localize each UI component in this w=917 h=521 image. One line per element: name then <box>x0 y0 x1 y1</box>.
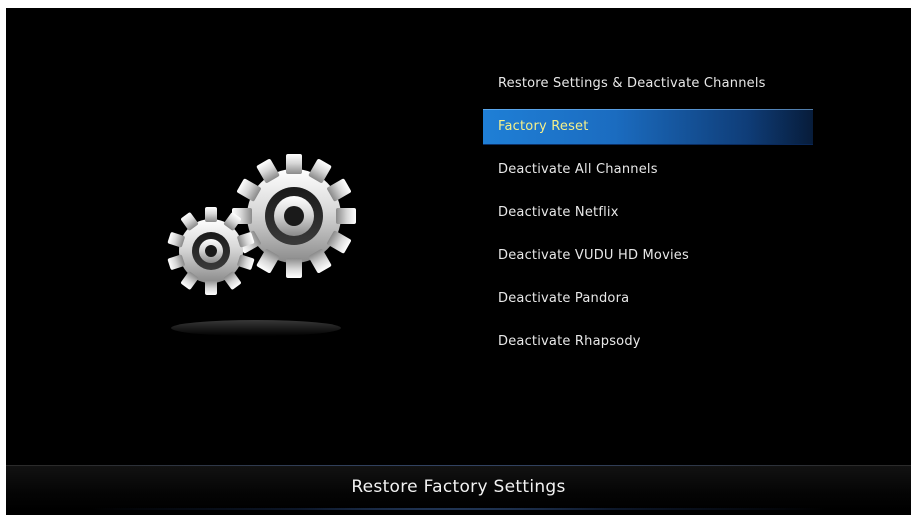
footer-glow-bottom <box>6 508 911 510</box>
menu-item-deactivate-rhapsody[interactable]: Deactivate Rhapsody <box>483 324 813 360</box>
menu-item-deactivate-all-channels[interactable]: Deactivate All Channels <box>483 152 813 188</box>
gears-icon <box>167 154 356 336</box>
settings-screen: Restore Settings & Deactivate Channels F… <box>6 8 911 515</box>
footer-bar: Restore Factory Settings <box>6 465 911 510</box>
menu-item-deactivate-netflix[interactable]: Deactivate Netflix <box>483 195 813 231</box>
menu-item-deactivate-pandora[interactable]: Deactivate Pandora <box>483 281 813 317</box>
gears-reflection <box>171 320 341 336</box>
menu-item-restore-settings[interactable]: Restore Settings & Deactivate Channels <box>483 66 813 102</box>
page-title: Restore Factory Settings <box>351 477 566 497</box>
menu-item-factory-reset[interactable]: Factory Reset <box>483 109 813 145</box>
menu-item-deactivate-vudu[interactable]: Deactivate VUDU HD Movies <box>483 238 813 274</box>
